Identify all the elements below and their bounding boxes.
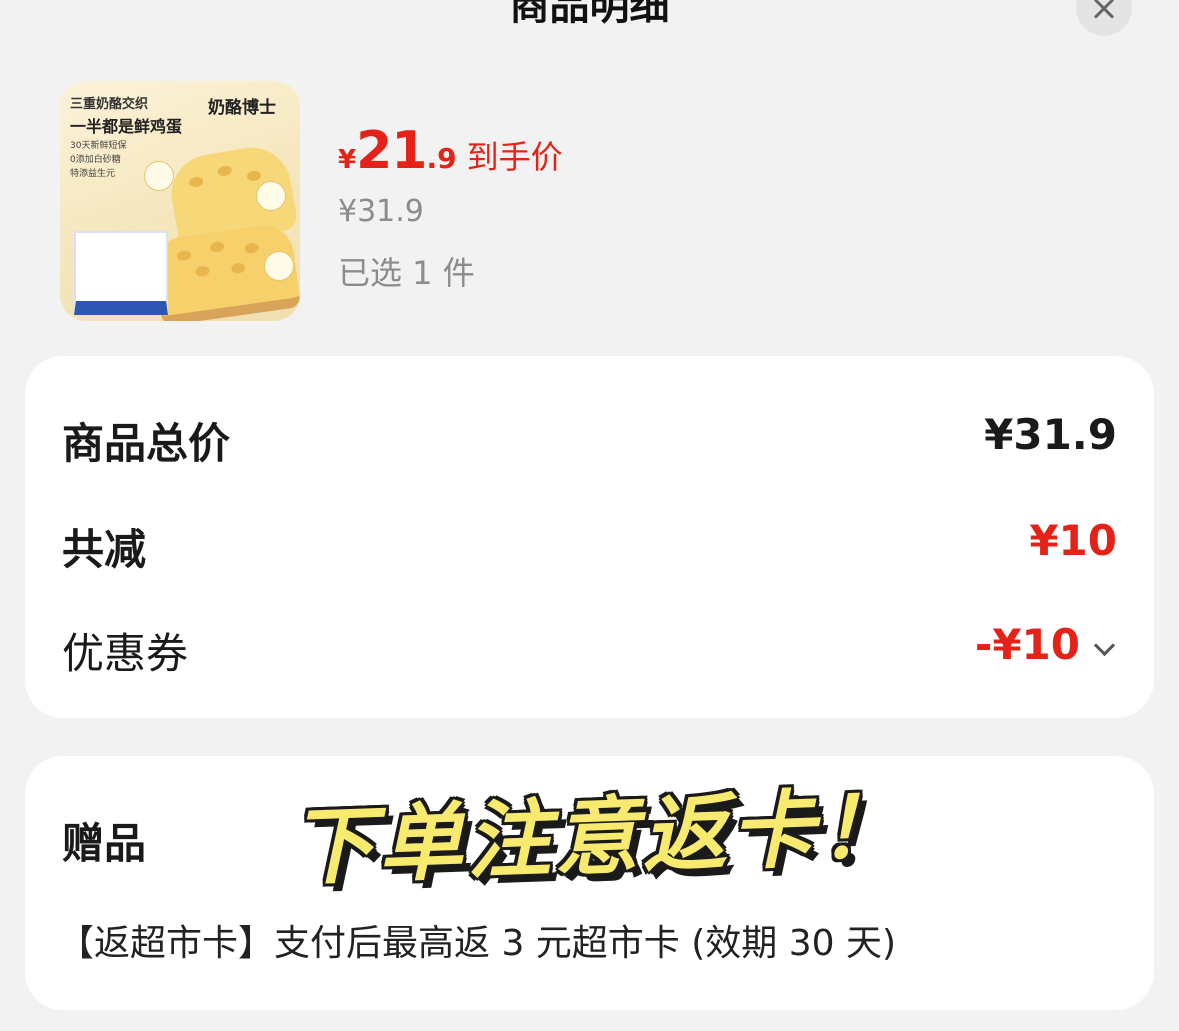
product-image-line2: 一半都是鲜鸡蛋 [70,117,183,136]
selected-quantity: 已选 1 件 [338,254,475,292]
gift-description: 【返超市卡】支付后最高返 3 元超市卡 (效期 30 天) [58,923,897,964]
discount-label: 共减 [62,525,147,574]
price-currency: ¥ [338,145,357,175]
chevron-down-icon[interactable] [1093,634,1116,657]
bullet-item: 特添益生元 [70,169,116,179]
price-decimal: .9 [426,142,457,175]
gift-label: 赠品 [62,819,147,868]
original-price: ¥31.9 [338,194,424,229]
product-brand-logo: 奶酪博士 [208,98,276,118]
price-label: 到手价 [466,138,563,176]
coupon-value[interactable]: -¥10 [975,620,1080,669]
package-illustration [74,231,168,315]
product-image-line1: 三重奶酪交织 [70,97,149,112]
bullet-item: 0添加白砂糖 [70,155,121,165]
bullet-item: 30天新鲜短保 [70,141,127,151]
total-price-label: 商品总价 [62,419,231,468]
price-integer: 21 [356,121,427,181]
badge-icon [264,251,294,281]
discount-value: ¥10 [1029,516,1117,565]
badge-icon [144,161,174,191]
total-price-value: ¥31.9 [984,410,1117,459]
overlay-banner-text: 下单注意返卡！ [288,777,908,897]
page-title: 商品明细 [509,0,670,29]
final-price: ¥21.9 到手价 [338,121,563,181]
product-image-bullets: 30天新鲜短保 0添加白砂糖 特添益生元 [70,139,126,181]
coupon-label[interactable]: 优惠券 [62,620,188,681]
price-summary-card: 商品总价 ¥31.9 共减 ¥10 优惠券 -¥10 [25,356,1154,718]
badge-icon [256,181,286,211]
product-image[interactable]: 三重奶酪交织 一半都是鲜鸡蛋 奶酪博士 30天新鲜短保 0添加白砂糖 特添益生元 [60,81,300,321]
